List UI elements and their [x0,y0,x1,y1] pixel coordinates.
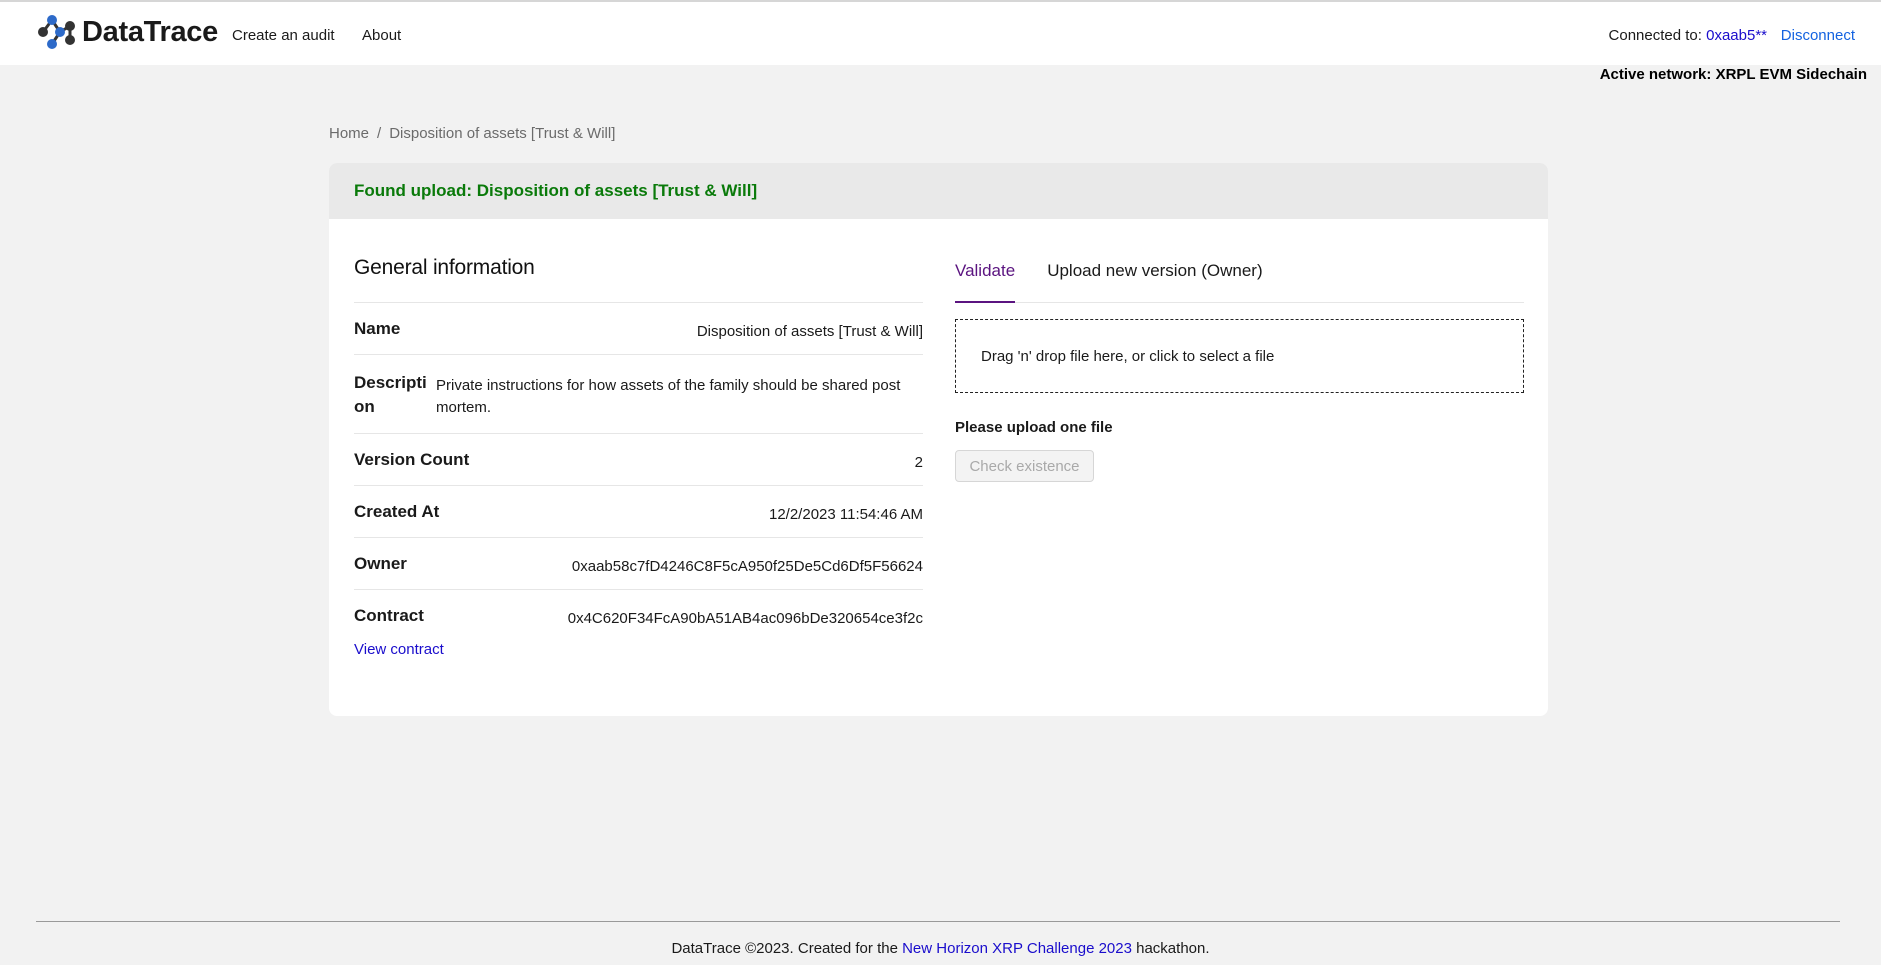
upload-card: Found upload: Disposition of assets [Tru… [329,163,1548,716]
breadcrumb-current: Disposition of assets [Trust & Will] [389,125,616,142]
general-information-title: General information [354,256,535,279]
general-information-panel: General information Name Disposition of … [354,256,923,659]
info-value: Private instructions for how assets of t… [436,377,901,416]
tab-bar: Validate Upload new version (Owner) [955,256,1524,303]
info-value: 2 [914,454,923,471]
info-row-contract: Contract 0x4C620F34FcA90bA51AB4ac096bDe3… [354,589,923,641]
connection-status: Connected to: 0xaab5** [1609,27,1767,44]
info-label: Contract [354,606,424,625]
disconnect-link[interactable]: Disconnect [1781,27,1855,44]
nav-create-audit[interactable]: Create an audit [232,27,335,44]
top-navbar: DataTrace Create an audit About Connecte… [0,0,1881,65]
brand-name: DataTrace [82,15,218,48]
tab-validate[interactable]: Validate [955,256,1016,303]
info-row-version-count: Version Count 2 [354,433,923,485]
info-value: Disposition of assets [Trust & Will] [696,323,923,340]
info-label: Owner [354,554,407,573]
info-label: Version Count [354,450,470,469]
card-header: Found upload: Disposition of assets [Tru… [329,163,1548,219]
validation-panel: Validate Upload new version (Owner) Drag… [955,256,1524,482]
connected-label: Connected to: [1608,27,1702,44]
info-row-owner: Owner 0xaab58c7fD4246C8F5cA950f25De5Cd6D… [354,537,923,589]
info-value: 12/2/2023 11:54:46 AM [768,506,923,523]
datatrace-logo-icon [38,15,75,49]
view-contract-link[interactable]: View contract [354,641,444,658]
upload-requirement-note: Please upload one file [955,419,1113,436]
found-upload-title: Found upload: Disposition of assets [Tru… [354,181,758,200]
brand-logo[interactable]: DataTrace [36,12,218,52]
active-network: Active network: XRPL EVM Sidechain [1599,66,1867,83]
footer-prefix: DataTrace ©2023. Created for the [671,940,898,957]
info-row-description: Description Private instructions for how… [354,354,923,433]
footer-divider [36,921,1840,922]
breadcrumb-separator: / [377,125,382,142]
info-row-created-at: Created At 12/2/2023 11:54:46 AM [354,485,923,537]
info-row-name: Name Disposition of assets [Trust & Will… [354,302,923,354]
info-label: Name [354,319,401,338]
footer-suffix: hackathon. [1136,940,1210,957]
connected-address: 0xaab5** [1706,27,1767,44]
info-label: Description [354,373,427,416]
info-label: Created At [354,502,440,521]
file-dropzone[interactable]: Drag 'n' drop file here, or click to sel… [955,319,1524,393]
footer-challenge-link[interactable]: New Horizon XRP Challenge 2023 [902,940,1132,957]
tab-upload-new-version[interactable]: Upload new version (Owner) [1047,256,1262,302]
footer: DataTrace ©2023. Created for the New Hor… [0,940,1881,957]
check-existence-button[interactable]: Check existence [955,450,1094,482]
info-value: 0x4C620F34FcA90bA51AB4ac096bDe320654ce3f… [567,610,923,627]
info-value: 0xaab58c7fD4246C8F5cA950f25De5Cd6Df5F566… [571,558,923,575]
nav-about[interactable]: About [362,27,401,44]
breadcrumb-home[interactable]: Home [329,125,369,142]
breadcrumb: Home / Disposition of assets [Trust & Will… [329,125,615,142]
